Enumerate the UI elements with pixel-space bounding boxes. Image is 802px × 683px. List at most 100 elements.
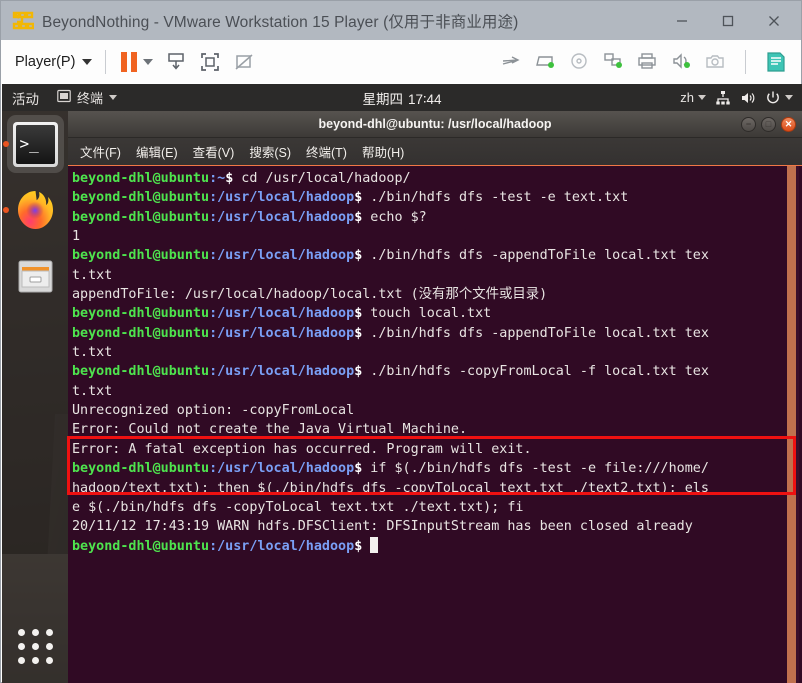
terminal-output-line: Error: A fatal exception has occurred. P… bbox=[72, 441, 532, 457]
network-adapter-icon[interactable] bbox=[494, 45, 528, 79]
terminal-command bbox=[362, 539, 370, 554]
terminal-window-controls: − □ ✕ bbox=[741, 116, 796, 132]
terminal-command: cd /usr/local/hadoop/ bbox=[233, 171, 411, 186]
files-icon bbox=[13, 254, 58, 299]
menu-search[interactable]: 搜索(S) bbox=[249, 142, 291, 161]
terminal-output-line: e $(./bin/hdfs dfs -copyToLocal text.txt… bbox=[72, 499, 524, 515]
toolbar-divider-right bbox=[745, 49, 746, 74]
prompt-path: :~ bbox=[209, 171, 226, 186]
network-icon[interactable] bbox=[596, 45, 630, 79]
dock-item-files[interactable] bbox=[2, 243, 68, 309]
terminal-icon-prompt: >_ bbox=[15, 124, 55, 164]
prompt-path: :/usr/local/hadoop bbox=[209, 209, 355, 225]
terminal-minimize-button[interactable]: − bbox=[741, 116, 756, 132]
clock-day: 星期四 bbox=[362, 91, 403, 107]
volume-icon[interactable] bbox=[740, 90, 756, 106]
send-ctrl-alt-del-icon[interactable] bbox=[159, 45, 193, 79]
sound-icon[interactable] bbox=[664, 45, 698, 79]
prompt-user: beyond-dhl@ubuntu bbox=[72, 171, 210, 186]
unity-mode-icon[interactable] bbox=[227, 45, 261, 79]
printer-icon[interactable] bbox=[630, 45, 664, 79]
fullscreen-icon[interactable] bbox=[193, 45, 227, 79]
system-tray[interactable]: zh bbox=[680, 90, 793, 106]
terminal-output-area[interactable]: beyond-dhl@ubuntu:~$ cd /usr/local/hadoo… bbox=[68, 166, 802, 683]
terminal-menubar: 文件(F) 编辑(E) 查看(V) 搜索(S) 终端(T) 帮助(H) bbox=[68, 138, 802, 166]
maximize-button[interactable] bbox=[705, 1, 751, 40]
prompt-path: :/usr/local/hadoop bbox=[209, 364, 355, 380]
guest-vm-screen[interactable]: 活动 终端 星期四 17∶44 zh >_ beyond-dhl@ubuntu:… bbox=[2, 84, 802, 683]
player-menu-label: Player(P) bbox=[15, 53, 76, 70]
prompt-path: :/usr/local/hadoop bbox=[209, 248, 355, 264]
input-method-label: zh bbox=[680, 90, 694, 105]
terminal-output-line: t.txt bbox=[72, 345, 113, 361]
terminal-maximize-button[interactable]: □ bbox=[761, 116, 776, 132]
terminal-output-line: Unrecognized option: -copyFromLocal bbox=[72, 403, 355, 419]
vmware-player-window: BeyondNothing - VMware Workstation 15 Pl… bbox=[0, 0, 802, 683]
prompt-user: beyond-dhl@ubuntu bbox=[72, 190, 210, 206]
firefox-icon bbox=[13, 188, 58, 233]
prompt-user: beyond-dhl@ubuntu bbox=[72, 209, 210, 225]
window-controls bbox=[659, 1, 797, 40]
prompt-path: :/usr/local/hadoop bbox=[209, 325, 355, 341]
vmware-logo-icon bbox=[12, 10, 34, 32]
camera-icon[interactable] bbox=[698, 45, 732, 79]
prompt-path: :/usr/local/hadoop bbox=[209, 306, 355, 322]
cd-dvd-icon[interactable] bbox=[562, 45, 596, 79]
running-indicator-dot bbox=[3, 141, 9, 147]
pause-dropdown-caret-icon[interactable] bbox=[137, 45, 159, 79]
player-menu-button[interactable]: Player(P) bbox=[15, 53, 93, 70]
menu-view[interactable]: 查看(V) bbox=[193, 142, 235, 161]
sidebar-icon[interactable] bbox=[759, 45, 793, 79]
terminal-output-line: Error: Could not create the Java Virtual… bbox=[72, 422, 468, 438]
terminal-text: beyond-dhl@ubuntu:~$ cd /usr/local/hadoo… bbox=[72, 169, 802, 556]
terminal-scrollbar-track[interactable] bbox=[787, 166, 799, 683]
prompt-path: :/usr/local/hadoop bbox=[209, 461, 355, 477]
menu-terminal[interactable]: 终端(T) bbox=[306, 142, 347, 161]
terminal-scrollbar-thumb[interactable] bbox=[787, 166, 796, 683]
pause-icon-bar-left bbox=[121, 51, 128, 72]
input-method-indicator[interactable]: zh bbox=[680, 90, 706, 105]
prompt-user: beyond-dhl@ubuntu bbox=[72, 248, 210, 264]
power-icon bbox=[765, 90, 781, 106]
terminal-titlebar: beyond-dhl@ubuntu: /usr/local/hadoop − □… bbox=[68, 111, 802, 138]
removable-device-icon[interactable] bbox=[528, 45, 562, 79]
terminal-command: ./bin/hdfs dfs -test -e text.txt bbox=[362, 190, 629, 206]
power-menu[interactable] bbox=[765, 90, 793, 106]
show-applications-button[interactable] bbox=[2, 613, 68, 679]
terminal-output-line: appendToFile: /usr/local/hadoop/local.tx… bbox=[72, 287, 548, 303]
network-wired-icon[interactable] bbox=[715, 90, 731, 106]
prompt-user: beyond-dhl@ubuntu bbox=[72, 461, 210, 477]
terminal-command: ./bin/hdfs dfs -appendToFile local.txt t… bbox=[362, 325, 709, 341]
terminal-window[interactable]: beyond-dhl@ubuntu: /usr/local/hadoop − □… bbox=[68, 111, 802, 683]
window-title: BeyondNothing - VMware Workstation 15 Pl… bbox=[42, 13, 519, 31]
chevron-down-icon bbox=[785, 95, 793, 100]
ubuntu-top-panel: 活动 终端 星期四 17∶44 zh bbox=[2, 84, 802, 111]
terminal-output-line: 1 bbox=[72, 229, 81, 245]
terminal-icon: >_ bbox=[12, 121, 58, 167]
dock-item-firefox[interactable] bbox=[2, 177, 68, 243]
prompt-path: :/usr/local/hadoop bbox=[209, 538, 355, 554]
terminal-output-line: 20/11/12 17:43:19 WARN hdfs.DFSClient: D… bbox=[72, 519, 693, 535]
menu-help[interactable]: 帮助(H) bbox=[362, 142, 404, 161]
terminal-command: echo $? bbox=[362, 209, 427, 225]
chevron-down-icon bbox=[82, 58, 93, 65]
terminal-close-button[interactable]: ✕ bbox=[781, 116, 796, 132]
minimize-button[interactable] bbox=[659, 1, 705, 40]
prompt-path: :/usr/local/hadoop bbox=[209, 190, 355, 206]
prompt-user: beyond-dhl@ubuntu bbox=[72, 325, 210, 341]
terminal-command: ./bin/hdfs -copyFromLocal -f local.txt t… bbox=[362, 364, 709, 380]
chevron-down-icon bbox=[698, 95, 706, 100]
menu-edit[interactable]: 编辑(E) bbox=[136, 142, 178, 161]
terminal-output-line: hadoop/text.txt); then $(./bin/hdfs dfs … bbox=[72, 480, 709, 496]
vmware-titlebar: BeyondNothing - VMware Workstation 15 Pl… bbox=[1, 1, 801, 40]
text-cursor bbox=[370, 536, 379, 553]
menu-file[interactable]: 文件(F) bbox=[80, 142, 121, 161]
running-indicator-dot bbox=[3, 207, 9, 213]
dock-item-terminal[interactable]: >_ bbox=[2, 111, 68, 177]
terminal-output-line: t.txt bbox=[72, 383, 113, 399]
terminal-command: touch local.txt bbox=[362, 306, 492, 322]
toolbar-left-group: Player(P) bbox=[1, 45, 261, 79]
pause-button[interactable] bbox=[121, 51, 138, 72]
close-button[interactable] bbox=[751, 1, 797, 40]
toolbar-divider bbox=[105, 49, 107, 74]
